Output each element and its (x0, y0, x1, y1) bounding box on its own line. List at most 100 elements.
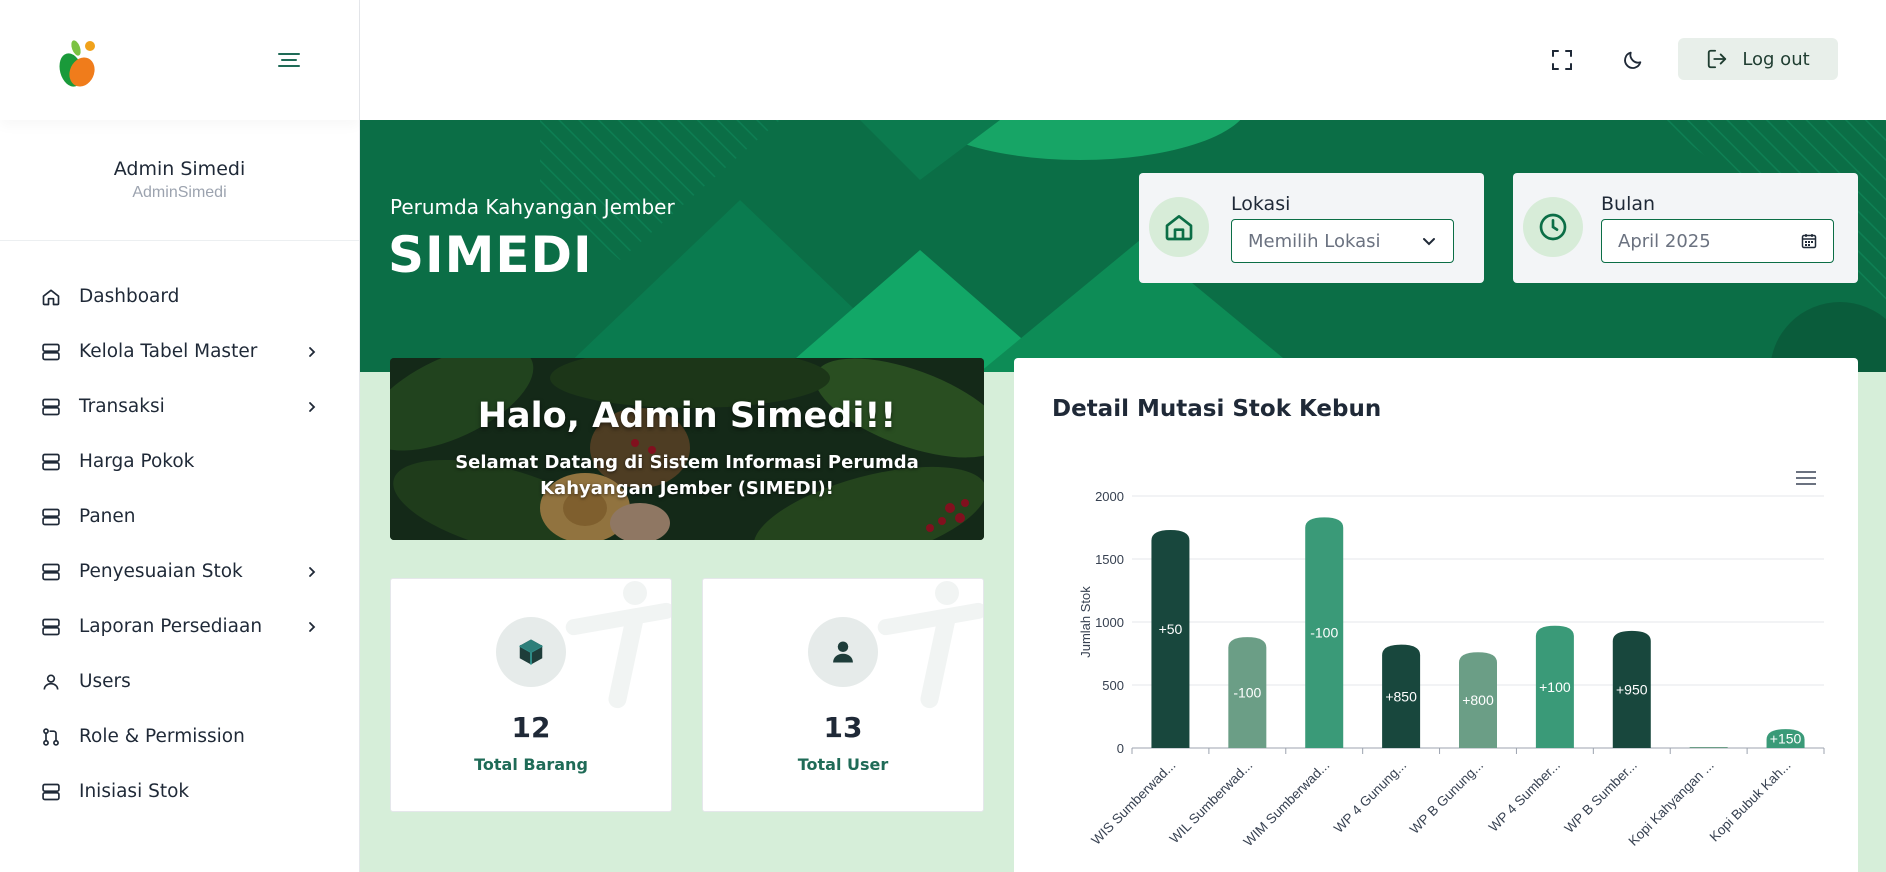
x-tick-label: WP 4 Sumber... (1486, 758, 1563, 835)
sidebar-item-users[interactable]: Users (0, 654, 359, 709)
sidebar-item-label: Users (79, 671, 131, 692)
stat-label: Total Barang (474, 755, 588, 774)
stat-value: 12 (511, 711, 551, 744)
hero-title: SIMEDI (388, 226, 593, 284)
data-label: -100 (1233, 685, 1261, 701)
sidebar-item-label: Role & Permission (79, 726, 245, 747)
x-tick-label: WIM Sumberwad... (1241, 758, 1333, 850)
sidebar-item-label: Inisiasi Stok (79, 781, 190, 802)
data-label: +800 (1462, 692, 1494, 708)
dark-mode-icon[interactable] (1613, 40, 1653, 80)
home-icon (1149, 197, 1209, 257)
sidebar-item-role-permission[interactable]: Role & Permission (0, 709, 359, 764)
fullscreen-icon[interactable] (1542, 40, 1582, 80)
y-tick-label: 1000 (1095, 615, 1124, 630)
hero-subtitle: Perumda Kahyangan Jember (390, 195, 675, 219)
bulan-label: Bulan (1601, 193, 1656, 215)
server-icon (40, 616, 62, 638)
menu-toggle-icon[interactable] (275, 46, 303, 74)
data-label: +150 (1770, 731, 1802, 747)
y-tick-label: 500 (1102, 678, 1124, 693)
sidebar-item-label: Penyesuaian Stok (79, 561, 243, 582)
data-label: +100 (1539, 679, 1571, 695)
logout-label: Log out (1742, 48, 1810, 70)
profile-name: Admin Simedi (113, 158, 246, 180)
topbar: Log out (360, 0, 1886, 120)
banner-subtitle: Selamat Datang di Sistem Informasi Perum… (455, 452, 919, 499)
server-icon (40, 561, 62, 583)
git-pull-request-icon (40, 726, 62, 748)
bar-chart: 0 500 1000 1500 2000 Jumlah Stok +50 WIS Sumber… (1078, 489, 1825, 850)
y-tick-label: 2000 (1095, 489, 1124, 504)
data-label: +50 (1159, 621, 1183, 637)
logo[interactable] (52, 32, 108, 88)
chevron-right-icon (309, 566, 316, 577)
x-tick-label: WIS Sumberwad... (1088, 758, 1178, 848)
server-icon (40, 341, 62, 363)
sidebar-item-kelola-tabel-master[interactable]: Kelola Tabel Master (0, 324, 359, 379)
x-tick-label: WIL Sumberwad... (1167, 758, 1256, 847)
coffee-photo (390, 358, 984, 540)
sidebar-header (0, 0, 359, 120)
sidebar-item-penyesuaian-stok[interactable]: Penyesuaian Stok (0, 544, 359, 599)
stat-card-barang: 12 Total Barang (390, 578, 672, 812)
sidebar-item-inisiasi-stok[interactable]: Inisiasi Stok (0, 764, 359, 819)
logout-button[interactable]: Log out (1678, 38, 1838, 80)
calendar-icon (1801, 234, 1817, 249)
lokasi-value: Memilih Lokasi (1248, 230, 1381, 252)
sidebar-item-label: Kelola Tabel Master (79, 341, 258, 362)
x-tick-label: WP 4 Gunung... (1331, 758, 1409, 836)
chevron-right-icon (309, 621, 316, 632)
lokasi-filter-card: Lokasi Memilih Lokasi (1139, 173, 1484, 283)
sidebar-item-label: Dashboard (79, 286, 180, 307)
stat-value: 13 (823, 711, 863, 744)
y-axis-label: Jumlah Stok (1078, 586, 1093, 658)
sidebar-item-harga-pokok[interactable]: Harga Pokok (0, 434, 359, 489)
server-icon (40, 451, 62, 473)
sidebar-item-dashboard[interactable]: Dashboard (0, 269, 359, 324)
profile: Admin Simedi AdminSimedi (0, 120, 359, 241)
bar (1689, 747, 1728, 748)
welcome-banner: Halo, Admin Simedi!! Selamat Datang di S… (390, 358, 984, 540)
sidebar-item-panen[interactable]: Panen (0, 489, 359, 544)
data-label: -100 (1310, 625, 1338, 641)
bulan-value: April 2025 (1618, 230, 1711, 252)
box-icon (496, 617, 566, 687)
sidebar-item-label: Transaksi (79, 396, 165, 417)
x-tick-label: WP B Sumber... (1562, 758, 1640, 836)
data-label: +850 (1385, 688, 1417, 704)
stat-label: Total User (797, 755, 889, 774)
sidebar-item-label: Harga Pokok (79, 451, 195, 472)
banner-title: Halo, Admin Simedi!! (477, 396, 897, 436)
server-icon (40, 781, 62, 803)
clock-icon (1523, 197, 1583, 257)
chevron-right-icon (309, 401, 316, 412)
bar (1151, 530, 1190, 748)
x-tick-label: WP B Gunung... (1407, 758, 1486, 837)
home-icon (40, 286, 62, 308)
logout-icon (1708, 49, 1727, 69)
sidebar-item-laporan-persediaan[interactable]: Laporan Persediaan (0, 599, 359, 654)
y-tick-label: 1500 (1095, 552, 1124, 567)
user-icon (40, 671, 62, 693)
server-icon (40, 396, 62, 418)
y-tick-label: 0 (1117, 741, 1124, 756)
x-tick-label: Kopi Kahyangan ... (1626, 758, 1717, 849)
bulan-filter-card: Bulan April 2025 (1513, 173, 1858, 283)
sidebar-item-label: Laporan Persediaan (79, 616, 263, 637)
lokasi-select[interactable]: Memilih Lokasi (1231, 219, 1454, 263)
lokasi-label: Lokasi (1231, 193, 1291, 215)
stat-card-user: 13 Total User (702, 578, 984, 812)
chart-card: Detail Mutasi Stok Kebun 0 500 1000 1500 200… (1014, 358, 1858, 872)
sidebar-item-label: Panen (79, 506, 136, 527)
user-icon (808, 617, 878, 687)
bulan-input[interactable]: April 2025 (1601, 219, 1834, 263)
decorative-figure (565, 581, 671, 709)
data-label: +950 (1616, 681, 1648, 697)
decorative-figure (877, 581, 983, 709)
sidebar-menu: Dashboard Kelola Tabel Master Transaksi Har… (0, 241, 359, 819)
sidebar-item-transaksi[interactable]: Transaksi (0, 379, 359, 434)
server-icon (40, 506, 62, 528)
chevron-right-icon (309, 346, 316, 357)
chevron-down-icon (1423, 238, 1435, 246)
